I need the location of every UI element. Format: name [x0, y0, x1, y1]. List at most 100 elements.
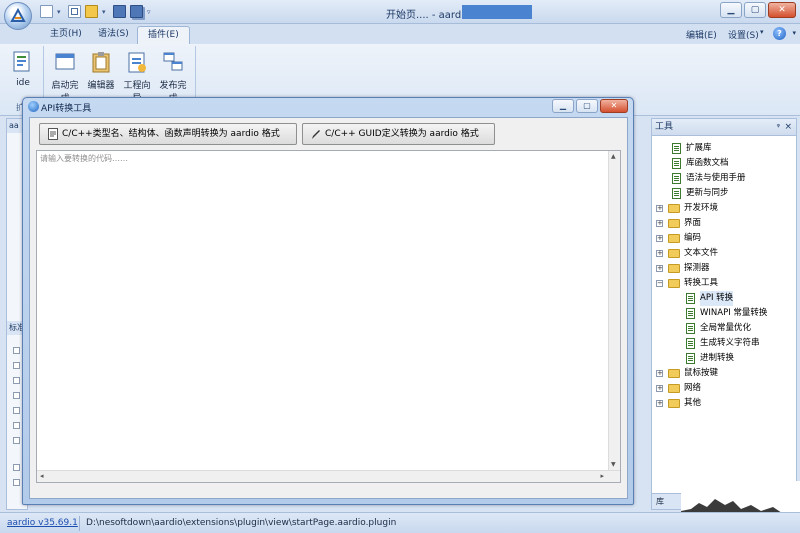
aardio-logo-icon	[10, 7, 26, 22]
expand-icon[interactable]: +	[656, 265, 663, 272]
tree-item[interactable]: 语法与使用手册	[656, 171, 794, 186]
tab-plugins[interactable]: 插件(E)	[137, 26, 190, 44]
expand-icon[interactable]: +	[656, 205, 663, 212]
tree-item[interactable]: 库函数文档	[656, 156, 794, 171]
tree-item[interactable]: 更新与同步	[656, 186, 794, 201]
open-folder-icon[interactable]	[85, 5, 98, 18]
clipboard-icon	[92, 52, 110, 73]
code-input[interactable]: 请输入要转换的代码…… ▲ ▼ ◂ ▸	[36, 150, 621, 483]
tree-item-label: 库函数文档	[686, 158, 729, 168]
tools-pane-header: 工具 ᵠ ×	[652, 119, 796, 136]
folder-icon	[668, 384, 680, 393]
scroll-right-icon[interactable]: ▸	[600, 472, 604, 480]
convert-struct-label: C/C++类型名、结构体、函数声明转换为 aardio 格式	[62, 129, 280, 139]
tree-item-label: 其他	[684, 398, 702, 408]
save-icon[interactable]	[113, 5, 126, 18]
tree-item[interactable]: − 转换工具	[656, 276, 794, 291]
chevron-down-icon[interactable]: ▾	[760, 28, 764, 36]
tree-item[interactable]: API 转换	[656, 291, 794, 306]
pencil-icon	[312, 130, 320, 139]
tree-item[interactable]: 全局常量优化	[656, 321, 794, 336]
editor-button[interactable]: 编辑器	[84, 50, 118, 91]
convert-guid-button[interactable]: C/C++ GUID定义转换为 aardio 格式	[302, 123, 495, 145]
window-app-icon	[55, 53, 75, 70]
app-menu-button[interactable]	[4, 2, 32, 30]
close-icon[interactable]: ×	[784, 119, 792, 135]
document-icon	[672, 158, 681, 169]
tree-item[interactable]: + 其他	[656, 396, 794, 411]
tree-item[interactable]: 生成转义字符串	[656, 336, 794, 351]
project-wizard-button[interactable]: 工程向导	[120, 50, 154, 104]
version-link[interactable]: aardio v35.69.1	[7, 518, 78, 528]
chevron-down-icon[interactable]: ▾	[792, 29, 796, 37]
expand-icon[interactable]: +	[656, 370, 663, 377]
tree-item[interactable]: + 鼠标按键	[656, 366, 794, 381]
folder-icon	[668, 279, 680, 288]
minimize-button[interactable]: ▁	[720, 2, 742, 18]
expand-icon[interactable]	[13, 464, 20, 471]
ide-icon	[13, 51, 30, 72]
horizontal-scrollbar[interactable]: ◂ ▸	[37, 470, 620, 482]
dialog-close-button[interactable]: ✕	[600, 99, 628, 113]
dialog-maximize-button[interactable]: ▢	[576, 99, 598, 113]
expand-icon[interactable]: +	[656, 235, 663, 242]
vertical-scrollbar[interactable]: ▲ ▼	[608, 151, 620, 470]
window-icon[interactable]	[68, 5, 81, 18]
tree-item-label: 文本文件	[684, 248, 719, 258]
tree-item-label: 转换工具	[684, 278, 719, 288]
expand-icon[interactable]	[13, 362, 20, 369]
expand-icon[interactable]: +	[656, 400, 663, 407]
expand-icon[interactable]	[13, 422, 20, 429]
startup-complete-button[interactable]: 启动完成	[48, 50, 82, 104]
tree-item[interactable]: 进制转换	[656, 351, 794, 366]
maximize-button[interactable]: ▢	[744, 2, 766, 18]
tab-syntax[interactable]: 语法(S)	[88, 26, 139, 44]
close-button[interactable]: ✕	[768, 2, 796, 18]
dialog-minimize-button[interactable]: ▁	[552, 99, 574, 113]
expand-icon[interactable]	[13, 392, 20, 399]
help-icon[interactable]: ?	[773, 27, 786, 40]
edit-menu[interactable]: 编辑(E)	[686, 28, 717, 41]
settings-menu[interactable]: 设置(S)	[728, 28, 759, 41]
tree-item[interactable]: + 文本文件	[656, 246, 794, 261]
window-title: 开始页.... - aardio	[386, 10, 471, 21]
chevron-down-icon[interactable]: ▾	[57, 8, 64, 16]
chevron-down-icon[interactable]: ▾	[102, 8, 109, 16]
tree-item-label: 开发环境	[684, 203, 719, 213]
expand-icon[interactable]: +	[656, 385, 663, 392]
tree-item[interactable]: WINAPI 常量转换	[656, 306, 794, 321]
expand-icon[interactable]	[13, 437, 20, 444]
ide-button[interactable]: ide	[6, 50, 40, 88]
tree-item[interactable]: 扩展库	[656, 141, 794, 156]
expand-icon[interactable]	[13, 377, 20, 384]
library-tab-label: 库	[656, 497, 664, 506]
tree-item-label: 生成转义字符串	[700, 338, 760, 348]
tree-item-label: 网络	[684, 383, 702, 393]
expand-icon[interactable]	[13, 347, 20, 354]
new-file-icon[interactable]	[40, 5, 53, 18]
tree-item[interactable]: + 开发环境	[656, 201, 794, 216]
tree-item[interactable]: + 探测器	[656, 261, 794, 276]
expand-icon[interactable]	[13, 479, 20, 486]
collapse-icon[interactable]: −	[656, 280, 663, 287]
folder-icon	[668, 219, 680, 228]
scroll-left-icon[interactable]: ◂	[40, 472, 44, 480]
tree-item-label: 扩展库	[686, 143, 712, 153]
folder-icon	[668, 234, 680, 243]
expand-icon[interactable]: +	[656, 250, 663, 257]
publish-complete-button[interactable]: 发布完成	[156, 50, 190, 104]
save-all-icon[interactable]	[130, 5, 143, 18]
pin-icon[interactable]: ᵠ	[777, 119, 780, 135]
tree-item-label: 编码	[684, 233, 702, 243]
scroll-down-icon[interactable]: ▼	[611, 461, 616, 468]
tree-item[interactable]: + 编码	[656, 231, 794, 246]
expand-icon[interactable]	[13, 407, 20, 414]
scroll-up-icon[interactable]: ▲	[611, 153, 616, 160]
customize-toolbar-icon[interactable]: ▿	[147, 8, 154, 16]
tab-home[interactable]: 主页(H)	[40, 26, 92, 44]
convert-struct-button[interactable]: C/C++类型名、结构体、函数声明转换为 aardio 格式	[39, 123, 297, 145]
expand-icon[interactable]: +	[656, 220, 663, 227]
tree-item[interactable]: + 网络	[656, 381, 794, 396]
tree-item[interactable]: + 界面	[656, 216, 794, 231]
document-icon	[672, 188, 681, 199]
